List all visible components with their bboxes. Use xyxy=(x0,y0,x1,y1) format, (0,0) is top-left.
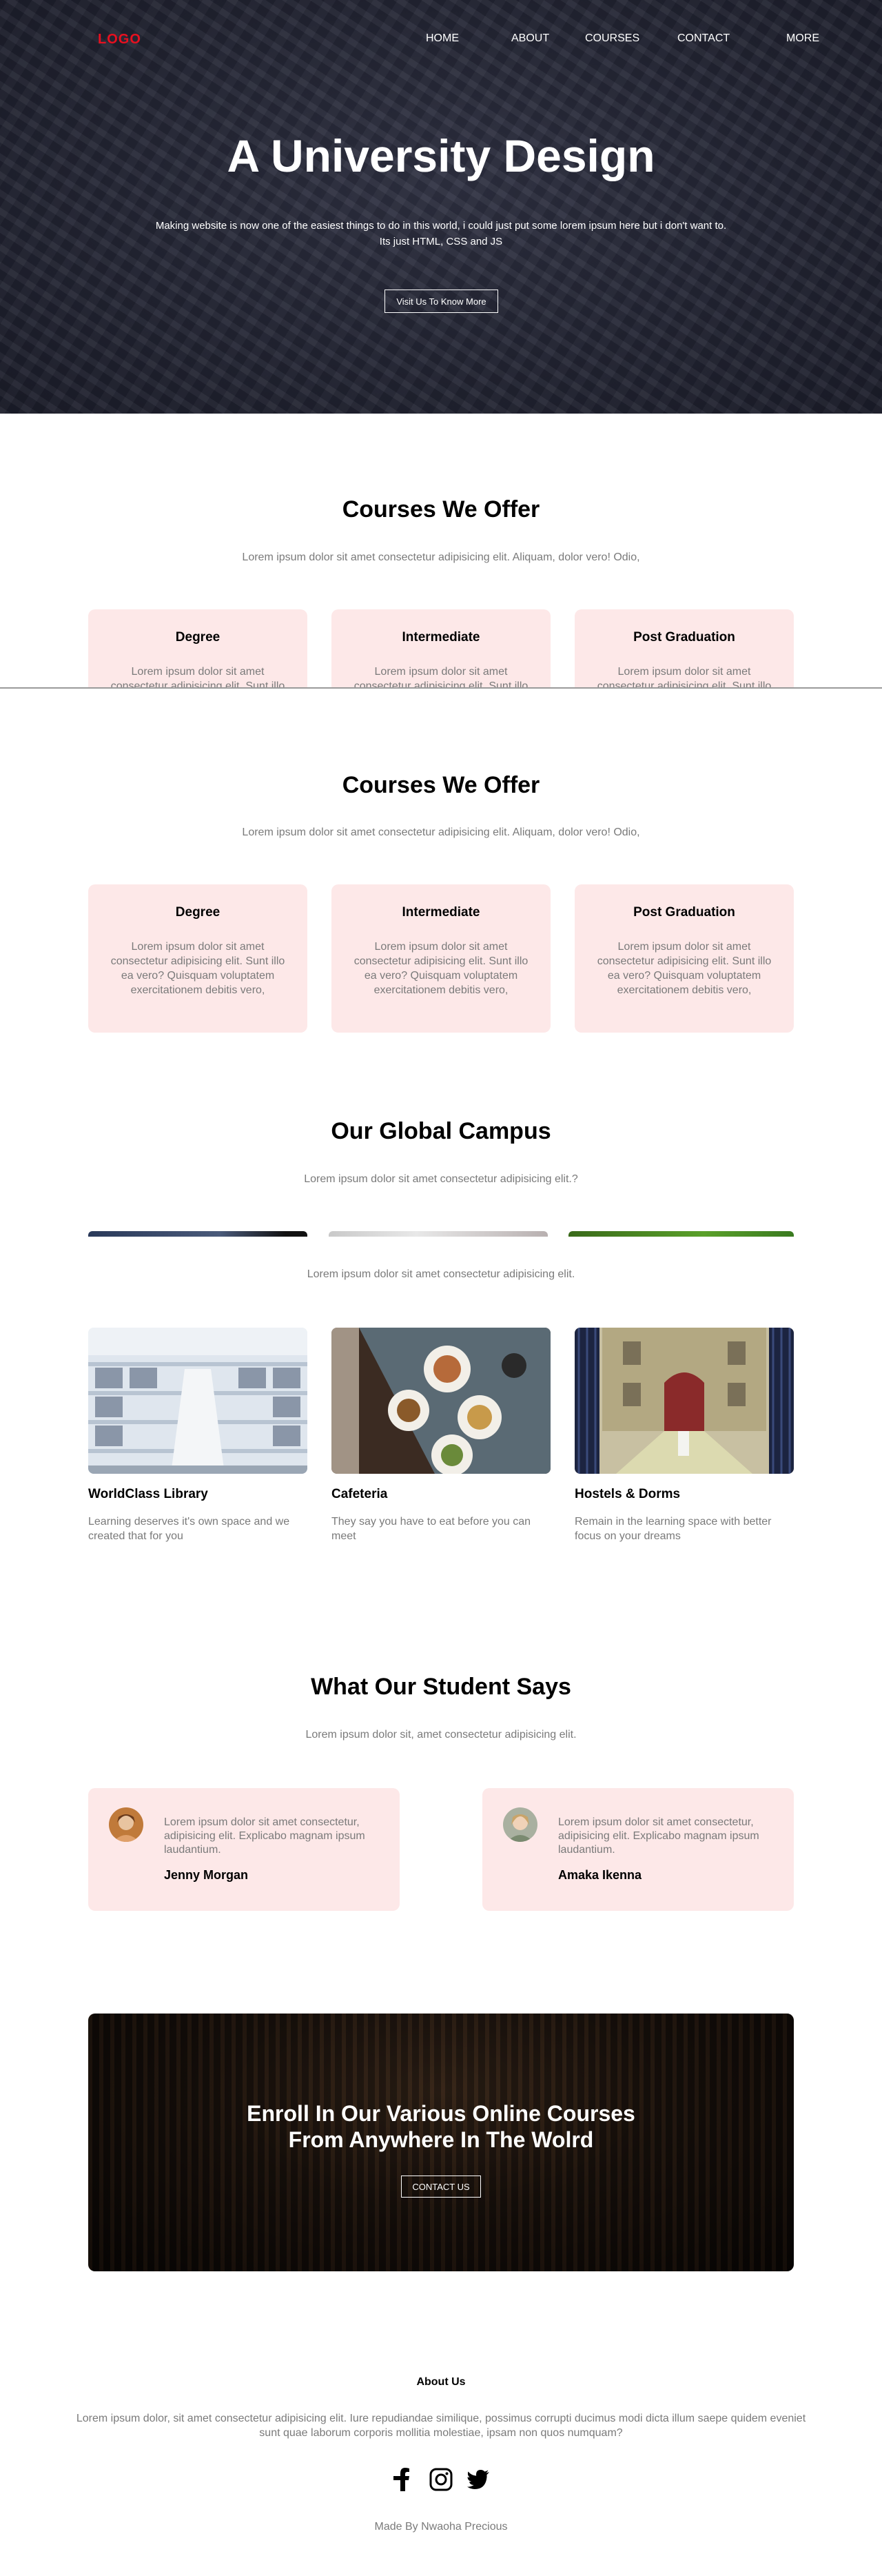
nav-link-contact[interactable]: CONTACT xyxy=(677,32,730,45)
course-card-title: Degree xyxy=(175,905,220,920)
course-card-title: Degree xyxy=(175,630,220,645)
facebook-icon[interactable] xyxy=(392,2468,416,2491)
avatar xyxy=(109,1807,143,1842)
facility-title: Cafeteria xyxy=(331,1487,388,1501)
section-divider xyxy=(0,687,882,689)
facility-description: Learning deserves it's own space and we … xyxy=(88,1516,290,1542)
course-card-degree[interactable]: Degree Lorem ipsum dolor sit amet consec… xyxy=(88,609,307,687)
course-card-degree[interactable]: Degree Lorem ipsum dolor sit amet consec… xyxy=(88,884,307,1033)
course-card-intermediate[interactable]: Intermediate Lorem ipsum dolor sit amet … xyxy=(331,609,551,687)
nav-link-home[interactable]: HOME xyxy=(426,32,459,45)
course-card-title: Post Graduation xyxy=(633,905,735,920)
campus-image-strip xyxy=(568,1231,794,1237)
cafeteria-image xyxy=(331,1328,551,1474)
facility-title: Hostels & Dorms xyxy=(575,1487,681,1501)
courses-title: Courses We Offer xyxy=(342,772,540,798)
footer-credit: Made By Nwaoha Precious xyxy=(374,2521,508,2533)
campus-title: Our Global Campus xyxy=(331,1118,551,1144)
contact-us-button[interactable]: CONTACT US xyxy=(401,2176,481,2198)
campus-subtitle: Lorem ipsum dolor sit amet consectetur a… xyxy=(304,1173,578,1185)
campus-image-strip xyxy=(329,1231,548,1237)
enroll-title-line: From Anywhere In The Wolrd xyxy=(288,2127,594,2152)
course-card-title: Post Graduation xyxy=(633,630,735,645)
navbar: LOGO HOME ABOUT COURSES CONTACT MORE xyxy=(0,0,882,76)
testimonial-name: Amaka Ikenna xyxy=(558,1868,642,1882)
course-card-text: Lorem ipsum dolor sit amet consectetur a… xyxy=(353,666,529,687)
course-card-title: Intermediate xyxy=(402,905,480,920)
avatar xyxy=(503,1807,537,1842)
nav-link-courses[interactable]: COURSES xyxy=(585,32,639,45)
testimonial-quote: Lorem ipsum dolor sit amet consectetur, … xyxy=(164,1816,365,1856)
library-image xyxy=(88,1328,307,1474)
hero-title: A University Design xyxy=(227,130,655,181)
hero-subtitle: Making website is now one of the easiest… xyxy=(155,220,727,247)
campus-image-strip xyxy=(88,1231,307,1237)
twitter-icon[interactable] xyxy=(466,2468,490,2491)
course-card-text: Lorem ipsum dolor sit amet consectetur a… xyxy=(597,666,772,687)
course-card-text: Lorem ipsum dolor sit amet consectetur a… xyxy=(597,941,772,996)
facilities-subtitle: Lorem ipsum dolor sit amet consectetur a… xyxy=(307,1268,575,1280)
enroll-banner: Enroll In Our Various Online Courses Fro… xyxy=(88,2014,794,2271)
nav-link-more[interactable]: MORE xyxy=(786,32,819,45)
enroll-title-line: Enroll In Our Various Online Courses xyxy=(247,2101,635,2126)
nav-links: HOME ABOUT COURSES CONTACT MORE xyxy=(413,32,827,46)
instagram-icon[interactable] xyxy=(429,2468,453,2491)
facility-description: They say you have to eat before you can … xyxy=(331,1516,531,1542)
courses-subtitle: Lorem ipsum dolor sit amet consectetur a… xyxy=(242,551,640,563)
facility-title: WorldClass Library xyxy=(88,1487,208,1501)
hero-section: LOGO HOME ABOUT COURSES CONTACT MORE A U… xyxy=(0,0,882,414)
courses-title: Courses We Offer xyxy=(342,496,540,523)
testimonial-quote: Lorem ipsum dolor sit amet consectetur, … xyxy=(558,1816,759,1856)
visit-us-button[interactable]: Visit Us To Know More xyxy=(384,290,498,313)
footer-text: Lorem ipsum dolor, sit amet consectetur … xyxy=(76,2413,806,2439)
courses-cards-clipped: Degree Lorem ipsum dolor sit amet consec… xyxy=(0,609,882,687)
hostels-image xyxy=(575,1328,794,1474)
enroll-title: Enroll In Our Various Online Courses Fro… xyxy=(88,2100,794,2153)
course-card-text: Lorem ipsum dolor sit amet consectetur a… xyxy=(353,941,529,996)
courses-subtitle: Lorem ipsum dolor sit amet consectetur a… xyxy=(242,826,640,838)
footer-title: About Us xyxy=(416,2376,466,2388)
course-card-post-graduation[interactable]: Post Graduation Lorem ipsum dolor sit am… xyxy=(575,884,794,1033)
nav-link-about[interactable]: ABOUT xyxy=(511,32,549,45)
course-card-text: Lorem ipsum dolor sit amet consectetur a… xyxy=(110,941,285,996)
testimonial-card: Lorem ipsum dolor sit amet consectetur, … xyxy=(88,1788,400,1911)
testimonial-name: Jenny Morgan xyxy=(164,1868,249,1882)
logo[interactable]: LOGO xyxy=(98,32,141,48)
course-card-text: Lorem ipsum dolor sit amet consectetur a… xyxy=(110,666,285,687)
course-card-intermediate[interactable]: Intermediate Lorem ipsum dolor sit amet … xyxy=(331,884,551,1033)
testimonials-title: What Our Student Says xyxy=(311,1674,571,1700)
facility-description: Remain in the learning space with better… xyxy=(575,1516,772,1542)
testimonials-subtitle: Lorem ipsum dolor sit, amet consectetur … xyxy=(305,1729,577,1741)
course-card-title: Intermediate xyxy=(402,630,480,645)
testimonial-card: Lorem ipsum dolor sit amet consectetur, … xyxy=(482,1788,794,1911)
course-card-post-graduation[interactable]: Post Graduation Lorem ipsum dolor sit am… xyxy=(575,609,794,687)
